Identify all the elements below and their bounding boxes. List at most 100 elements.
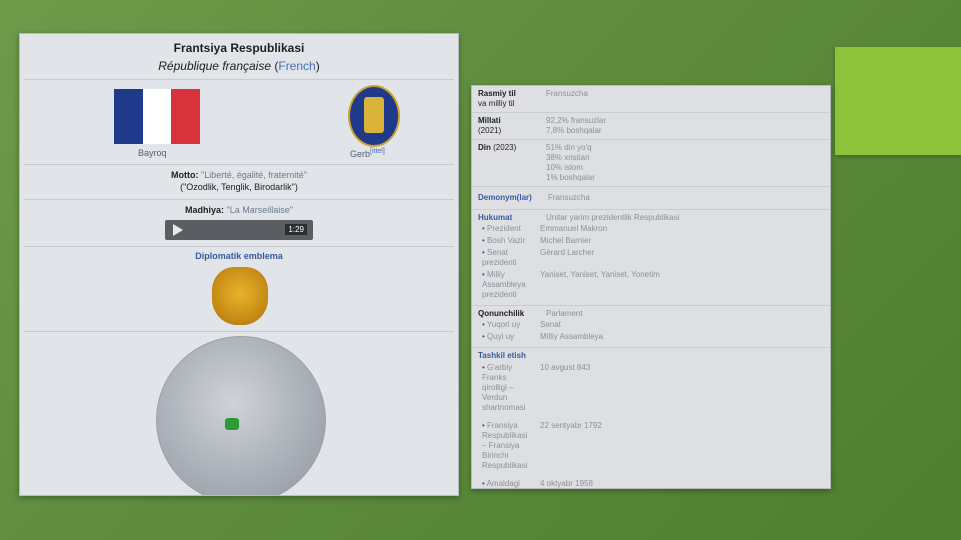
formation-item-value: 4 oktyabr 1958 xyxy=(540,479,593,488)
row-value-line: 1% boshqalar xyxy=(546,173,595,182)
country-title: Frantsiya Respublikasi xyxy=(173,41,305,55)
native-lang-link[interactable]: French xyxy=(278,59,315,73)
row-value-line: 38% xristian xyxy=(546,153,590,162)
motto-label: Motto: xyxy=(171,170,199,180)
emblem-row xyxy=(20,261,458,331)
native-lang-close: ) xyxy=(315,59,320,73)
formation-item-label-text[interactable]: G'arbiy Franks qirolligi – Verdun shartn… xyxy=(482,363,526,412)
coat-fasces xyxy=(364,97,384,133)
info-row: Millati (2021) 92,2% fransuzlar 7,8% bos… xyxy=(472,113,830,140)
diplomatic-emblem-image[interactable] xyxy=(212,267,268,325)
row-value-line: 51% din yo'q xyxy=(546,143,592,152)
anthem-block: Madhiya: "La Marseillaise" xyxy=(20,200,458,215)
info-row: Rasmiy til va milliy til Fransuzcha xyxy=(472,86,830,113)
decorative-green-square xyxy=(835,47,961,155)
row-label: Rasmiy til va milliy til xyxy=(472,89,540,109)
government-section: Hukumat Unitar yarim prezidentlik Respub… xyxy=(472,210,830,306)
government-item-value[interactable]: Emmanuel Makron xyxy=(540,224,830,234)
legislature-section: Qonunchilik Parlament • Yuqori uy Senat … xyxy=(472,306,830,348)
formation-label[interactable]: Tashkil etish xyxy=(472,348,830,362)
government-header: Hukumat Unitar yarim prezidentlik Respub… xyxy=(472,213,830,223)
government-item-label-text[interactable]: Milliy Assambleya prezidenti xyxy=(482,270,526,299)
demonym-label[interactable]: Demonym(lar) xyxy=(472,193,542,203)
audio-player[interactable]: 1:29 xyxy=(165,220,313,240)
legislature-label[interactable]: Qonunchilik xyxy=(472,309,540,319)
government-label[interactable]: Hukumat xyxy=(472,213,540,223)
coat-caption-text[interactable]: Gerb xyxy=(350,149,370,159)
legislature-item-value[interactable]: Milliy Assambleya xyxy=(540,332,830,342)
legislature-item-label-text[interactable]: Quyi uy xyxy=(487,332,514,341)
row-value: 92,2% fransuzlar 7,8% boshqalar xyxy=(540,116,830,136)
government-item: • Milliy Assambleya prezidenti Yaniset, … xyxy=(472,269,830,301)
row-label-text: Millati xyxy=(478,116,501,125)
infobox-right-panel: Rasmiy til va milliy til Fransuzcha Mill… xyxy=(471,85,831,489)
flag-image[interactable] xyxy=(114,89,201,144)
legislature-value[interactable]: Parlament xyxy=(540,309,830,319)
formation-item-label: • G'arbiy Franks qirolligi – Verdun shar… xyxy=(482,363,526,412)
info-row: Din (2023) 51% din yo'q 38% xristian 10%… xyxy=(472,140,830,187)
flag-blue-stripe xyxy=(114,89,143,144)
divider xyxy=(24,246,454,247)
formation-item-value: 10 avgust 843 xyxy=(540,363,591,372)
motto-translation: ("Ozodlik, Tenglik, Birodarlik") xyxy=(180,182,298,192)
government-item-label-text[interactable]: Prezident xyxy=(487,224,521,233)
flag-white-stripe xyxy=(142,89,172,144)
row-value: 51% din yo'q 38% xristian 10% islom 1% b… xyxy=(540,143,830,183)
government-item-value[interactable]: Gérard Larcher xyxy=(540,248,830,268)
row-label-text: Din xyxy=(478,143,491,152)
native-name-text: République française xyxy=(158,59,272,73)
government-item: • Senat prezidenti Gérard Larcher xyxy=(472,247,830,269)
row-label-sub: (2023) xyxy=(493,143,517,152)
coat-caption: Gerb[ittel] xyxy=(350,148,385,159)
formation-item-label: • Fransiya Respublikasi – Fransiya Birin… xyxy=(482,421,528,470)
row-value-line: 92,2% fransuzlar xyxy=(546,116,607,125)
row-label-text: Rasmiy til xyxy=(478,89,516,98)
formation-item-label: • Amaldagi Konstitutsiya – Fransiya Besh… xyxy=(472,479,532,488)
legislature-item-value[interactable]: Senat xyxy=(540,320,830,330)
formation-item: • Fransiya Respublikasi – Fransiya Birin… xyxy=(472,420,830,472)
audio-duration: 1:29 xyxy=(285,224,307,235)
row-value-line: 10% islom xyxy=(546,163,583,172)
flag-caption[interactable]: Bayroq xyxy=(138,148,167,158)
coat-of-arms-image[interactable] xyxy=(348,85,400,147)
globe-map-image[interactable] xyxy=(156,336,326,495)
row-value-line: 7,8% boshqalar xyxy=(546,126,602,135)
demonym-value: Fransuzcha xyxy=(548,193,590,202)
government-item-label-text[interactable]: Bosh Vazir xyxy=(487,236,525,245)
legislature-item: • Quyi uy Milliy Assambleya xyxy=(472,331,830,343)
flag-and-coat-row: Bayroq Gerb[ittel] xyxy=(20,80,458,164)
legislature-item-label-text[interactable]: Yuqori uy xyxy=(487,320,520,329)
government-value[interactable]: Unitar yarim prezidentlik Respublikasi xyxy=(540,213,830,223)
france-location-marker xyxy=(225,418,239,430)
row-label-sub: (2021) xyxy=(478,126,502,135)
motto-text: "Liberté, égalité, fraternité" xyxy=(201,170,307,180)
formation-item-label-text[interactable]: Amaldagi Konstitutsiya – Fransiya Beshin… xyxy=(482,479,527,488)
government-item: • Bosh Vazir Michel Barnier xyxy=(472,235,830,247)
government-item-value[interactable]: Michel Barnier xyxy=(540,236,830,246)
row-label: Din (2023) xyxy=(472,143,540,183)
anthem-link[interactable]: "La Marseillaise" xyxy=(227,205,293,215)
formation-item-label-text[interactable]: Fransiya Respublikasi – Fransiya Birinch… xyxy=(482,421,527,470)
anthem-label: Madhiya: xyxy=(185,205,225,215)
row-label-sub: va milliy til xyxy=(478,99,515,108)
formation-section: Tashkil etish • G'arbiy Franks qirolligi… xyxy=(472,348,830,488)
play-icon[interactable] xyxy=(173,224,183,236)
flag-red-stripe xyxy=(171,89,201,144)
infobox-left-panel: Frantsiya Respublikasi République frança… xyxy=(19,33,459,496)
row-value-line[interactable]: Fransuzcha xyxy=(546,89,830,99)
coat-caption-note[interactable]: [ittel] xyxy=(370,148,385,155)
government-item-label-text[interactable]: Senat prezidenti xyxy=(482,248,517,267)
government-item-value[interactable]: Yaniset, Yaniset, Yaniset, Yonetim xyxy=(540,270,830,300)
formation-item-value: 22 sentyabr 1792 xyxy=(540,421,602,430)
emblem-title[interactable]: Diplomatik emblema xyxy=(20,251,458,261)
government-item-label: • Prezident xyxy=(482,224,521,233)
legislature-item-label: • Yuqori uy xyxy=(482,320,521,329)
government-item-label: • Milliy Assambleya prezidenti xyxy=(482,270,526,299)
government-item: • Prezident Emmanuel Makron xyxy=(472,223,830,235)
government-item-label: • Senat prezidenti xyxy=(482,248,517,267)
formation-item: • Amaldagi Konstitutsiya – Fransiya Besh… xyxy=(472,478,830,488)
row-label: Millati (2021) xyxy=(472,116,540,136)
government-item-label: • Bosh Vazir xyxy=(482,236,526,245)
motto-block: Motto: "Liberté, égalité, fraternité" ("… xyxy=(20,165,458,199)
legislature-item: • Yuqori uy Senat xyxy=(472,319,830,331)
